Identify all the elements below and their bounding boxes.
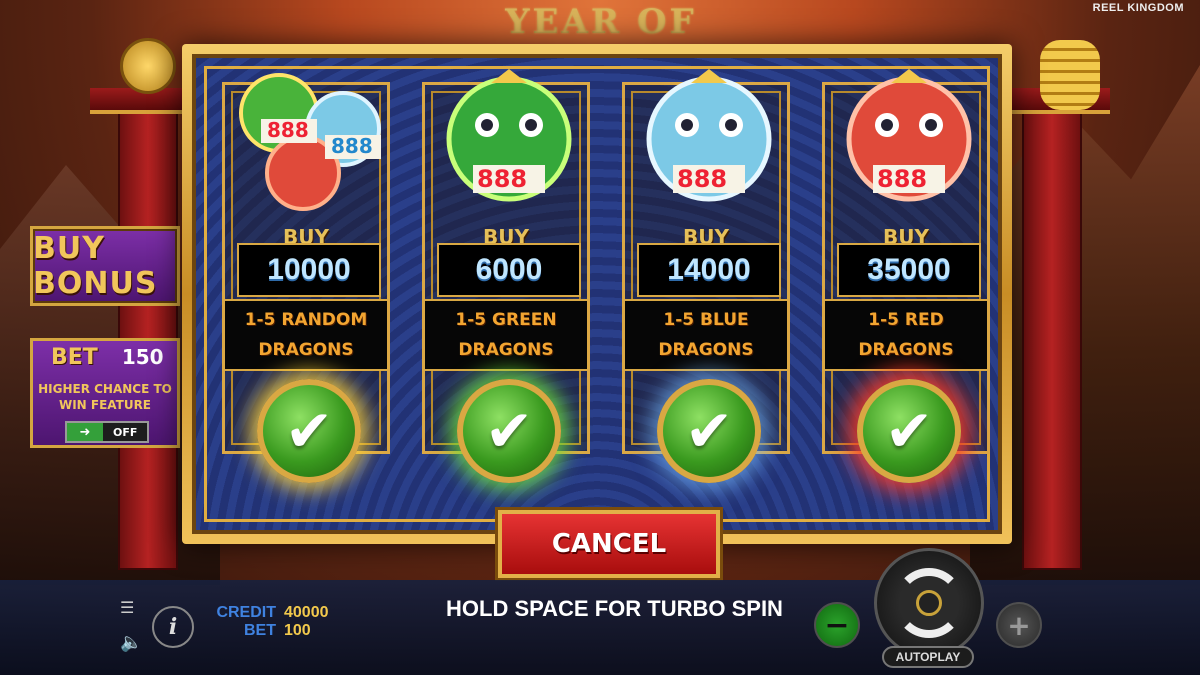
temple-pillar-right [1022,90,1082,570]
decrease-bet-button[interactable]: − [814,602,860,648]
price-box: 35000 [837,243,981,297]
buy-bonus-button[interactable]: BUY BONUS [30,226,180,306]
spin-button[interactable] [874,548,984,658]
cancel-label: CANCEL [551,529,667,559]
price-box: 10000 [237,243,381,297]
feature-card-random: 888 888 BUY 10000 1-5 RANDOM DRAGONS ✔ [222,73,390,483]
feature-card-red: 888 BUY 35000 1-5 RED DRAGONS ✔ [822,69,990,483]
credit-value: 40000 [284,604,329,621]
buy-blue-dragons-button[interactable]: ✔ [657,379,761,483]
info-button[interactable]: i [152,606,194,648]
checkmark-icon: ✔ [484,397,534,465]
blue-dragon-icon: 888 [646,69,772,202]
ante-bet-row: BET 150 [51,345,164,370]
feature-card-green: 888 BUY 6000 1-5 GREEN DRAGONS ✔ [422,69,590,483]
price-box: 6000 [437,243,581,297]
description-box: 1-5 GREEN DRAGONS [425,299,587,371]
buy-bonus-label: BUY BONUS [33,231,158,301]
svg-text:888: 888 [331,134,373,158]
red-dragon-icon: 888 [846,69,972,202]
svg-text:888: 888 [477,165,527,193]
brand-logo: REEL KINGDOM [1092,2,1184,14]
ante-bet-panel: BET 150 HIGHER CHANCE TO WIN FEATURE ➜ O… [30,338,180,448]
menu-icon[interactable]: ☰ [120,598,134,617]
description-box: 1-5 RANDOM DRAGONS [225,299,387,371]
balance-panel: CREDIT 40000 BET 100 [210,604,340,648]
gorilla-logo-icon [916,590,942,616]
ante-bet-value: 150 [121,345,164,369]
credit-row: CREDIT 40000 [210,604,340,622]
checkmark-icon: ✔ [684,397,734,465]
description-box: 1-5 BLUE DRAGONS [625,299,787,371]
price-value: 6000 [475,253,543,286]
feature-description: 1-5 GREEN DRAGONS [455,310,557,360]
sound-icon[interactable]: 🔈 [120,632,142,653]
price-value: 10000 [267,253,351,286]
higher-chance-text: HIGHER CHANCE TO WIN FEATURE [38,382,172,412]
buy-green-dragons-button[interactable]: ✔ [457,379,561,483]
svg-text:888: 888 [267,118,309,142]
bet-value: 100 [284,622,311,639]
dragon-group-icon: 888 888 [239,73,381,211]
gold-coin-icon [120,38,176,94]
price-box: 14000 [637,243,781,297]
buy-feature-modal: 888 888 BUY 10000 1-5 RANDOM DRAGONS ✔ 8… [182,44,1012,581]
green-dragon-icon: 888 [446,69,572,202]
cancel-button[interactable]: CANCEL [495,507,723,581]
credit-label: CREDIT [216,604,276,621]
ante-bet-toggle[interactable]: ➜ OFF [65,421,149,443]
game-title: YEAR OF THE [486,2,716,82]
turbo-spin-hint: HOLD SPACE FOR TURBO SPIN [446,596,783,621]
checkmark-icon: ✔ [284,397,334,465]
modal-inner: 888 888 BUY 10000 1-5 RANDOM DRAGONS ✔ 8… [192,54,1002,581]
bet-row: BET 100 [210,622,340,640]
feature-description: 1-5 RANDOM DRAGONS [244,310,368,360]
price-value: 14000 [667,253,751,286]
description-box: 1-5 RED DRAGONS [825,299,987,371]
buy-red-dragons-button[interactable]: ✔ [857,379,961,483]
feature-card-blue: 888 BUY 14000 1-5 BLUE DRAGONS ✔ [622,69,790,483]
feature-description: 1-5 BLUE DRAGONS [658,310,754,360]
increase-bet-button[interactable]: + [996,602,1042,648]
svg-text:888: 888 [877,165,927,193]
price-value: 35000 [867,253,951,286]
buy-random-dragons-button[interactable]: ✔ [257,379,361,483]
toggle-state-label: OFF [113,425,138,439]
autoplay-button[interactable]: AUTOPLAY [882,646,974,668]
bet-label: BET [244,622,276,639]
feature-description: 1-5 RED DRAGONS [858,310,954,360]
coin-stack-icon [1040,40,1100,110]
checkmark-icon: ✔ [884,397,934,465]
ante-bet-label: BET [51,345,98,370]
svg-text:888: 888 [677,165,727,193]
temple-pillar-left [118,90,178,570]
arrow-right-icon: ➜ [67,423,103,441]
spin-arrows-icon [894,568,964,638]
